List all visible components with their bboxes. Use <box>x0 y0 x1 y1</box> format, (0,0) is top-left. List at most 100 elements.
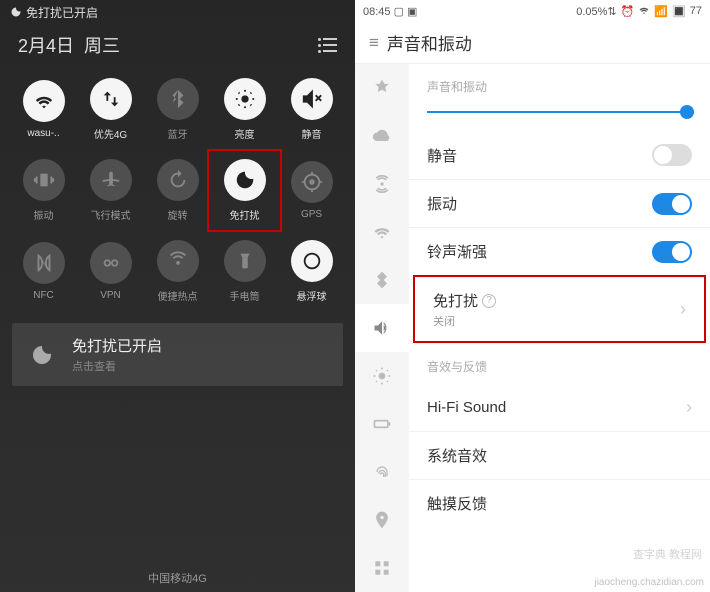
qs-label: 亮度 <box>235 126 255 141</box>
rotate-icon <box>157 159 199 201</box>
qs-label: GPS <box>301 209 322 220</box>
brightness-icon <box>224 78 266 120</box>
qs-tile-gps[interactable]: GPS <box>278 153 345 228</box>
sidebar-apps-icon[interactable] <box>355 544 409 592</box>
qs-tile-mute[interactable]: 静音 <box>278 72 345 147</box>
svg-text:N: N <box>40 259 47 269</box>
quick-settings-panel: 免打扰已开启 2月4日 周三 wasu-.. 优先4G 蓝牙 亮度 静音振动 飞行模式 旋转… <box>0 0 355 592</box>
sidebar-display-icon[interactable] <box>355 352 409 400</box>
row-touch[interactable]: 触摸反馈 <box>409 479 710 527</box>
qs-label: 飞行模式 <box>91 207 131 222</box>
sidebar-personalize-icon[interactable] <box>355 64 409 112</box>
sidebar-sound-icon[interactable] <box>355 304 409 352</box>
moon-icon <box>26 339 58 371</box>
carrier-label: 中国移动4G <box>0 570 355 586</box>
qs-label: 静音 <box>302 126 322 141</box>
qs-label: 免打扰 <box>230 207 260 222</box>
bluetooth-icon <box>157 78 199 120</box>
row-fade[interactable]: 铃声渐强 <box>409 227 710 275</box>
airplane-icon <box>90 159 132 201</box>
highlight-dnd: 免打扰? 关闭 › <box>413 275 706 343</box>
gps-icon <box>291 161 333 203</box>
row-mute[interactable]: 静音 <box>409 131 710 179</box>
vpn-icon <box>90 242 132 284</box>
qs-tile-rotate[interactable]: 旋转 <box>144 153 211 228</box>
notif-icon: ▢ ▣ <box>394 6 418 18</box>
sidebar-wifi-icon[interactable] <box>355 208 409 256</box>
signal-icon: 📶 <box>654 5 668 18</box>
qs-label: 蓝牙 <box>168 126 188 141</box>
qs-tile-bluetooth[interactable]: 蓝牙 <box>144 72 211 147</box>
qs-label: VPN <box>100 290 121 301</box>
watermark-url: jiaocheng.chazidian.com <box>594 577 704 588</box>
qs-tile-data[interactable]: 优先4G <box>77 72 144 147</box>
qs-tile-airplane[interactable]: 飞行模式 <box>77 153 144 228</box>
notif-sub: 点击查看 <box>72 358 162 374</box>
qs-tile-brightness[interactable]: 亮度 <box>211 72 278 147</box>
battery-icon: 🔳 <box>672 5 686 18</box>
row-vibrate[interactable]: 振动 <box>409 179 710 227</box>
qs-tile-wifi[interactable]: wasu-.. <box>10 72 77 147</box>
qs-tile-vpn[interactable]: VPN <box>77 234 144 309</box>
vibrate-icon <box>23 159 65 201</box>
qs-label: 优先4G <box>94 126 127 141</box>
qs-tile-nfc[interactable]: N NFC <box>10 234 77 309</box>
section-label: 声音和振动 <box>409 64 710 103</box>
settings-main: 声音和振动 静音 振动 铃声渐强 免打扰? <box>409 64 710 592</box>
help-icon[interactable]: ? <box>482 294 496 308</box>
qs-tile-vibrate[interactable]: 振动 <box>10 153 77 228</box>
notification-card[interactable]: 免打扰已开启 点击查看 <box>12 323 343 386</box>
status-text: 免打扰已开启 <box>26 4 98 21</box>
sidebar-cloud-icon[interactable] <box>355 112 409 160</box>
moon-icon <box>10 6 22 18</box>
menu-icon[interactable]: ≡ <box>369 33 379 53</box>
alarm-icon: ⏰ <box>621 5 635 18</box>
row-hifi[interactable]: Hi-Fi Sound › <box>409 383 710 431</box>
page-title: 声音和振动 <box>387 30 472 55</box>
qs-tile-dnd[interactable]: 免打扰 <box>207 149 282 232</box>
qs-tile-hotspot[interactable]: 便捷热点 <box>144 234 211 309</box>
settings-panel: 08:45 ▢ ▣ 0.05%⇅ ⏰ 📶 🔳 77 ≡ 声音和振动 <box>355 0 710 592</box>
notif-title: 免打扰已开启 <box>72 335 162 356</box>
qs-label: 便捷热点 <box>158 288 198 303</box>
sidebar-network-icon[interactable] <box>355 160 409 208</box>
time-label: 08:45 <box>363 6 391 18</box>
title-bar: ≡ 声音和振动 <box>355 22 710 64</box>
mute-icon <box>291 78 333 120</box>
sidebar-battery-icon[interactable] <box>355 400 409 448</box>
torch-icon <box>224 240 266 282</box>
toggle-mute[interactable] <box>652 144 692 166</box>
qs-label: wasu-.. <box>27 128 59 139</box>
chevron-right-icon: › <box>680 299 686 320</box>
wifi-icon <box>23 80 65 122</box>
sidebar-location-icon[interactable] <box>355 496 409 544</box>
section-label-2: 音效与反馈 <box>409 343 710 383</box>
qs-label: 旋转 <box>168 207 188 222</box>
hotspot-icon <box>157 240 199 282</box>
qs-tile-torch[interactable]: 手电筒 <box>211 234 278 309</box>
settings-sidebar <box>355 64 409 592</box>
sidebar-bluetooth-icon[interactable] <box>355 256 409 304</box>
data-usage: 0.05%⇅ <box>576 5 616 18</box>
qs-label: 悬浮球 <box>297 288 327 303</box>
volume-slider[interactable] <box>427 111 692 113</box>
watermark: 查字典 教程网 <box>633 546 702 562</box>
toggle-fade[interactable] <box>652 241 692 263</box>
sidebar-fingerprint-icon[interactable] <box>355 448 409 496</box>
quick-settings-grid: wasu-.. 优先4G 蓝牙 亮度 静音振动 飞行模式 旋转 免打扰 GPS N NFC VPN 便捷… <box>0 72 355 309</box>
volume-slider-row[interactable] <box>409 103 710 131</box>
battery-pct: 77 <box>690 5 702 17</box>
date-text: 2月4日 周三 <box>18 32 120 58</box>
qs-label: 振动 <box>34 207 54 222</box>
toggle-vibrate[interactable] <box>652 193 692 215</box>
row-sysfx[interactable]: 系统音效 <box>409 431 710 479</box>
dnd-icon <box>224 159 266 201</box>
date-row: 2月4日 周三 <box>0 24 355 72</box>
qs-label: NFC <box>33 290 54 301</box>
nfc-icon: N <box>23 242 65 284</box>
menu-icon[interactable] <box>318 38 337 53</box>
qs-tile-float[interactable]: 悬浮球 <box>278 234 345 309</box>
status-bar-left: 免打扰已开启 <box>0 0 355 24</box>
row-dnd[interactable]: 免打扰? 关闭 › <box>415 277 704 341</box>
data-icon <box>90 78 132 120</box>
